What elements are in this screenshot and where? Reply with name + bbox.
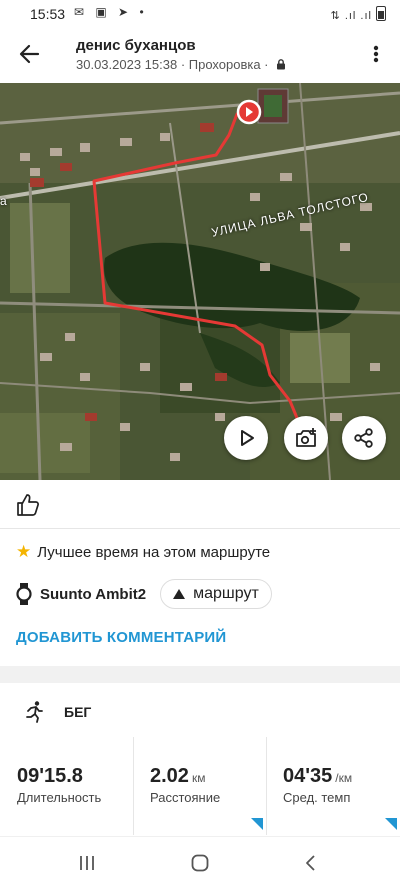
play-route-button[interactable] [224, 416, 268, 460]
more-vertical-icon [373, 45, 379, 63]
stats-row: 09'15.8 Длительность 2.02 км Расстояние 0… [0, 737, 400, 835]
notification-icons: ✉ ▣ ➤ • [74, 5, 148, 19]
stat-value: 2.02 км [150, 765, 206, 787]
home-icon [191, 854, 209, 872]
activity-date-location: 30.03.2023 15:38 · Прохоровка · [76, 57, 269, 72]
star-icon: ★ [16, 542, 32, 561]
map-edge-label: а [0, 194, 7, 208]
back-button[interactable] [16, 40, 44, 68]
stat-duration[interactable]: 09'15.8 Длительность [0, 737, 132, 835]
best-time-badge: ★ Лучшее время на этом маршруте [16, 542, 270, 562]
more-options-button[interactable] [364, 40, 388, 68]
divider [0, 528, 400, 529]
section-separator [0, 666, 400, 683]
signal-bars-icon: ⇅ .ıl .ıl [330, 10, 372, 22]
back-arrow-icon [19, 44, 40, 64]
status-bar: 15:53 ✉ ▣ ➤ • ⇅ .ıl .ıl [0, 0, 400, 28]
lock-icon [277, 59, 286, 70]
stat-label: Сред. темп [283, 790, 351, 805]
best-time-text: Лучшее время на этом маршруте [37, 543, 271, 561]
stat-value: 04'35/км [283, 765, 353, 787]
recent-apps-button[interactable] [73, 849, 101, 877]
route-chip[interactable]: маршрут [160, 579, 272, 609]
route-chip-label: маршрут [193, 585, 259, 602]
recent-apps-icon [80, 856, 94, 870]
app-header: денис буханцов 30.03.2023 15:38 · Прохор… [0, 28, 400, 82]
share-icon [354, 428, 373, 448]
battery-icon [376, 6, 386, 21]
watch-icon [16, 583, 32, 605]
stat-label: Расстояние [150, 790, 221, 805]
device-name: Suunto Ambit2 [40, 585, 147, 603]
expand-corner-icon [385, 818, 397, 830]
system-nav-bar [0, 836, 400, 889]
running-icon [26, 701, 43, 723]
like-button[interactable] [14, 491, 42, 519]
stat-value: 09'15.8 [17, 765, 83, 787]
chevron-left-icon [306, 855, 315, 871]
route-start-marker[interactable] [236, 99, 262, 129]
status-time: 15:53 [30, 6, 66, 22]
stat-label: Длительность [17, 790, 102, 805]
play-icon [241, 430, 254, 446]
activity-type: БЕГ [22, 700, 91, 724]
share-button[interactable] [342, 416, 386, 460]
add-photo-button[interactable] [284, 416, 328, 460]
system-back-button[interactable] [297, 849, 325, 877]
home-button[interactable] [186, 849, 214, 877]
add-comment-link[interactable]: ДОБАВИТЬ КОММЕНТАРИЙ [16, 629, 226, 646]
stat-pace[interactable]: 04'35/км Сред. темп [267, 737, 400, 835]
route-triangle-icon [173, 589, 186, 599]
route-map[interactable]: УЛИЦА ЛЬВА ТОЛСТОГО а mapbox i [0, 83, 400, 480]
thumbs-up-icon [17, 494, 39, 516]
user-name[interactable]: денис буханцов [76, 37, 196, 54]
route-line [92, 108, 299, 419]
activity-type-label: БЕГ [64, 704, 92, 720]
stat-distance[interactable]: 2.02 км Расстояние [134, 737, 266, 835]
activity-meta: 30.03.2023 15:38 · Прохоровка · [76, 57, 287, 72]
device-row: Suunto Ambit2 маршрут [16, 579, 272, 609]
add-photo-icon [296, 428, 316, 447]
expand-corner-icon [251, 818, 263, 830]
signal-icons: ⇅ .ıl .ıl [331, 6, 386, 22]
